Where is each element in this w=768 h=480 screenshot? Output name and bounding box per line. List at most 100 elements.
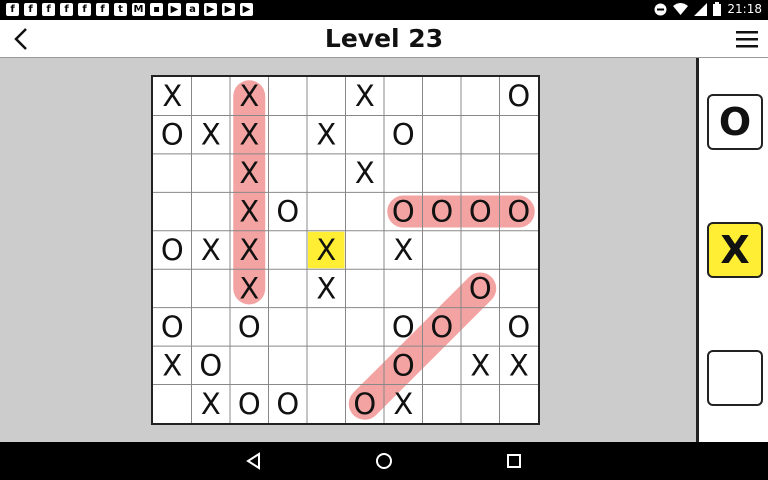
symbol-palette: O X [696, 58, 768, 442]
board-cell[interactable] [307, 385, 346, 423]
cell-x-mark: X [509, 348, 529, 382]
board-cell[interactable] [500, 115, 539, 153]
board-cell[interactable] [423, 346, 462, 384]
palette-x-button[interactable]: X [707, 222, 763, 278]
board-cell[interactable] [192, 192, 231, 230]
chat-icon: ▪ [150, 3, 163, 16]
cell-o-mark: O [238, 387, 261, 421]
cell-x-mark: X [201, 233, 221, 267]
facebook-icon: f [42, 3, 55, 16]
nav-recents-button[interactable] [504, 451, 524, 471]
battery-icon [713, 2, 722, 16]
board-cell[interactable] [153, 154, 192, 192]
board-cell[interactable] [192, 77, 231, 115]
board-cell[interactable] [461, 385, 500, 423]
board-cell[interactable] [153, 385, 192, 423]
board-cell[interactable] [423, 231, 462, 269]
board-cell[interactable] [269, 308, 308, 346]
board-grid[interactable]: X X X OO X X X OX XX O O O O OO X X X XX X OO O O O OX O O X XX O O O X [153, 77, 538, 423]
cell-o-mark: O [469, 271, 492, 305]
board-cell[interactable] [500, 154, 539, 192]
board-cell[interactable] [461, 308, 500, 346]
gmail-icon: M [132, 3, 145, 16]
board-cell[interactable] [269, 231, 308, 269]
home-circle-icon [376, 453, 392, 469]
cell-x-mark: X [201, 387, 221, 421]
cell-o-mark: O [276, 195, 299, 229]
board-cell[interactable] [269, 269, 308, 307]
board-cell[interactable] [423, 269, 462, 307]
cell-o-mark: O [392, 348, 415, 382]
board-cell[interactable] [500, 385, 539, 423]
board-cell[interactable] [192, 308, 231, 346]
cell-x-mark: X [239, 195, 259, 229]
board-cell[interactable] [500, 269, 539, 307]
cell-x-mark: X [470, 348, 490, 382]
board-cell[interactable] [192, 269, 231, 307]
cell-o-mark: O [507, 79, 530, 113]
board-cell[interactable] [269, 346, 308, 384]
facebook-icon: f [6, 3, 19, 16]
board-cell[interactable] [307, 192, 346, 230]
cell-o-mark: O [353, 387, 376, 421]
board-cell[interactable] [346, 269, 385, 307]
board-cell[interactable] [346, 308, 385, 346]
board-cell[interactable] [307, 346, 346, 384]
facebook-icon: f [60, 3, 73, 16]
board-cell[interactable] [230, 346, 269, 384]
board-cell[interactable] [346, 115, 385, 153]
board-cell[interactable] [461, 154, 500, 192]
board-cell[interactable] [461, 77, 500, 115]
cell-x-mark: X [316, 118, 336, 152]
wifi-icon [673, 2, 689, 15]
cell-o-mark: O [507, 310, 530, 344]
board-cell[interactable] [269, 115, 308, 153]
board-cell[interactable] [346, 231, 385, 269]
board-cell[interactable] [192, 154, 231, 192]
palette-empty-button[interactable] [707, 350, 763, 406]
recents-square-icon [507, 454, 521, 468]
board-cell[interactable] [153, 269, 192, 307]
board-cell[interactable] [307, 154, 346, 192]
board-cell[interactable] [346, 346, 385, 384]
board-cell[interactable] [500, 231, 539, 269]
board-cell[interactable] [423, 154, 462, 192]
cell-o-mark: O [507, 195, 530, 229]
facebook-icon: f [24, 3, 37, 16]
nav-back-button[interactable] [244, 451, 264, 471]
board-cell[interactable] [307, 308, 346, 346]
board-cell[interactable] [461, 115, 500, 153]
board-cell[interactable] [423, 115, 462, 153]
board-cell[interactable] [423, 385, 462, 423]
cell-o-mark: O [392, 195, 415, 229]
cell-x-mark: X [201, 118, 221, 152]
twitter-icon: t [114, 3, 127, 16]
board-cell[interactable] [384, 269, 423, 307]
board-cell[interactable] [307, 77, 346, 115]
board-cell[interactable] [269, 154, 308, 192]
do-not-disturb-icon [654, 3, 667, 15]
menu-button[interactable] [734, 26, 760, 52]
board-cell[interactable] [384, 154, 423, 192]
android-icon: a [186, 3, 199, 16]
cell-o-mark: O [392, 310, 415, 344]
facebook-icon: f [96, 3, 109, 16]
board-cell[interactable] [346, 192, 385, 230]
puzzle-board[interactable]: XXXOOXXXOXXXOOOOOOXXXXXXOOOOOOXOOXXXOOOX [151, 75, 540, 425]
palette-o-button[interactable]: O [707, 94, 763, 150]
board-cell[interactable] [269, 77, 308, 115]
cell-o-mark: O [430, 310, 453, 344]
status-right: 21:18 [654, 2, 762, 16]
cell-o-mark: O [161, 233, 184, 267]
cell-x-mark: X [393, 233, 413, 267]
board-cell[interactable] [153, 192, 192, 230]
board-cell[interactable] [423, 77, 462, 115]
youtube-icon: ▶ [240, 3, 253, 16]
app-header: Level 23 [0, 20, 768, 58]
cell-o-mark: O [392, 118, 415, 152]
cell-x-mark: X [393, 387, 413, 421]
signal-icon [694, 2, 708, 16]
board-cell[interactable] [384, 77, 423, 115]
board-cell[interactable] [461, 231, 500, 269]
nav-home-button[interactable] [374, 451, 394, 471]
